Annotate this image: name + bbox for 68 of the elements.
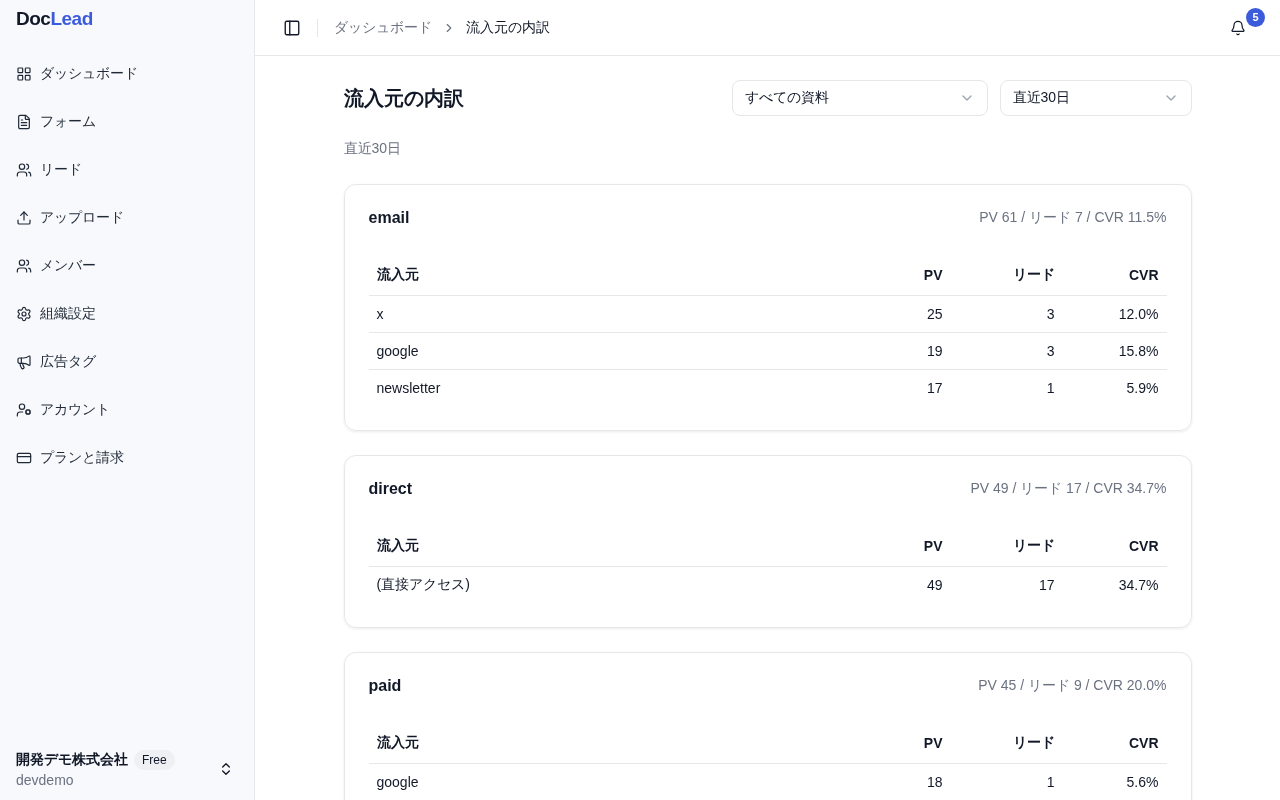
table-cell: 3 [950,332,1063,370]
table-cell: newsletter [368,369,839,406]
user-gear-icon [16,402,32,418]
table-cell: x [368,295,839,333]
table-cell: 12.0% [1062,295,1167,333]
table-cell: 17 [838,369,951,406]
sidebar-item[interactable]: 組織設定 [0,290,254,338]
column-header: CVR [1062,723,1167,764]
sidebar-item[interactable]: リード [0,146,254,194]
table-cell: 5.6% [1062,763,1167,800]
column-header: 流入元 [368,723,839,764]
card-title: direct [368,480,413,498]
table-cell: 1 [950,369,1063,406]
table-cell: google [368,332,839,370]
column-header: リード [950,526,1063,567]
breadcrumb-link[interactable]: ダッシュボード [334,18,432,37]
filter-select[interactable]: すべての資料 [731,80,988,116]
card-icon [16,450,32,466]
column-header: リード [950,255,1063,296]
notification-count: 5 [1246,7,1265,27]
sidebar-item[interactable]: フォーム [0,98,254,146]
column-header: PV [838,526,951,567]
table-cell: 1 [950,763,1063,800]
card-summary: PV 61 / リード 7 / CVR 11.5% [979,209,1167,227]
breadcrumb-link[interactable]: 流入元の内訳 [466,18,550,37]
sidebar-item[interactable]: プランと請求 [0,434,254,482]
column-header: PV [838,723,951,764]
table-cell: 19 [838,332,951,370]
megaphone-icon [16,354,32,370]
table-cell: 49 [838,566,951,603]
sidebar-item[interactable]: メンバー [0,242,254,290]
sidebar-item[interactable]: 広告タグ [0,338,254,386]
table-cell: google [368,763,839,800]
table-cell: 25 [838,295,951,333]
column-header: CVR [1062,255,1167,296]
column-header: リード [950,723,1063,764]
table-cell: 34.7% [1062,566,1167,603]
users-icon [16,258,32,274]
logo: DocLead [15,8,94,30]
card-summary: PV 49 / リード 17 / CVR 34.7% [970,480,1167,498]
column-header: 流入元 [368,255,839,296]
organization-slug: devdemo [16,772,75,788]
card-title: email [368,209,410,227]
sidebar-item[interactable]: ダッシュボード [0,50,254,98]
column-header: 流入元 [368,526,839,567]
table-cell: 5.9% [1062,369,1167,406]
organization-name: 開発デモ株式会社 [16,751,128,769]
card-summary: PV 45 / リード 9 / CVR 20.0% [978,677,1167,695]
table-cell: (直接アクセス) [368,566,839,603]
table-cell: 18 [838,763,951,800]
notification-button[interactable] [1230,19,1246,36]
document-icon [16,114,32,130]
card-title: paid [368,677,402,695]
filter-select[interactable]: 直近30日 [999,80,1192,116]
upload-icon [16,210,32,226]
page-title: 流入元の内訳 [343,85,465,111]
table-cell: 15.8% [1062,332,1167,370]
plan-badge: Free [134,750,175,770]
grid-icon [16,66,32,82]
column-header: PV [838,255,951,296]
settings-icon [16,306,32,322]
sidebar-item[interactable]: アップロード [0,194,254,242]
users-icon [16,162,32,178]
column-header: CVR [1062,526,1167,567]
period-label: 直近30日 [343,140,403,158]
table-cell: 17 [950,566,1063,603]
table-cell: 3 [950,295,1063,333]
sidebar-item[interactable]: アカウント [0,386,254,434]
